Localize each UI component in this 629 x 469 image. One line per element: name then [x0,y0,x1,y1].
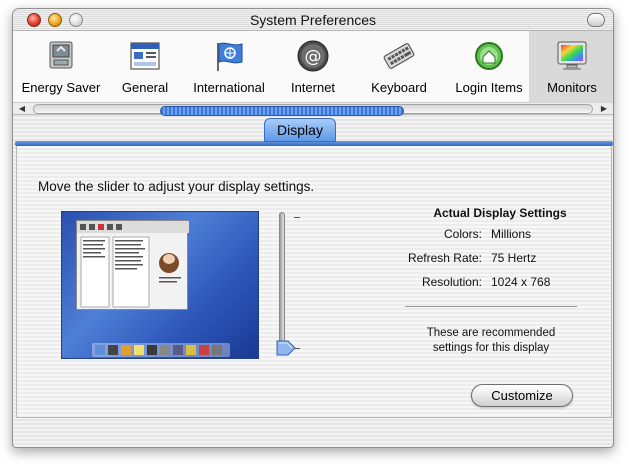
toolbar-item-label: Keyboard [371,80,427,95]
toolbar-item-label: Monitors [547,80,597,95]
preview-dock [92,343,230,357]
display-slider-thumb[interactable] [276,340,296,356]
toolbar-item-internet[interactable]: @ Internet [277,31,349,103]
preview-dock-icons [95,345,222,355]
display-slider-track[interactable] [279,212,285,354]
international-flag-icon [217,42,243,71]
toolbar-item-keyboard[interactable]: Keyboard [349,31,449,103]
title-bar[interactable]: System Preferences [13,9,613,31]
toolbar-item-general[interactable]: General [109,31,181,103]
display-preview-image [61,211,259,359]
scroll-right-arrow-icon[interactable]: ▶ [597,103,611,115]
toolbar-item-monitors[interactable]: Monitors [529,31,613,103]
actual-display-settings-title: Actual Display Settings [433,206,567,220]
scroll-left-arrow-icon[interactable]: ◀ [15,103,29,115]
colors-value: Millions [491,227,532,241]
colors-label: Colors: [443,227,482,241]
recommendation-line-2: settings for this display [432,342,550,354]
scroll-thumb[interactable] [160,106,404,116]
toolbar-item-label: International [193,80,265,95]
preview-window-thumbnail [76,220,189,310]
toolbar-item-label: Energy Saver [21,80,101,95]
instruction-text: Move the slider to adjust your display s… [38,179,315,194]
internet-at-icon: @ [297,40,329,72]
resolution-label: Resolution: [421,275,482,289]
refresh-rate-label: Refresh Rate: [407,251,482,265]
refresh-rate-value: 75 Hertz [491,251,537,265]
toolbar-item-energy-saver[interactable]: Energy Saver [13,31,109,103]
toolbar-item-label: Login Items [455,80,523,95]
general-icon [130,42,160,70]
svg-text:@: @ [305,47,322,67]
toolbar-item-login-items[interactable]: Login Items [449,31,529,103]
energy-saver-icon [49,41,73,69]
settings-separator [405,306,577,307]
window-title: System Preferences [249,12,377,28]
toolbar-toggle-button[interactable] [587,13,605,27]
customize-button[interactable]: Customize [471,384,573,407]
toolbar-item-international[interactable]: International [181,31,277,103]
login-items-icon [475,42,503,70]
tab-display[interactable]: Display [264,118,336,142]
recommendation-line-1: These are recommended [426,327,556,339]
resolution-value: 1024 x 768 [491,275,551,289]
toolbar-item-label: General [121,80,169,95]
slider-tick-top [294,217,300,218]
scroll-track[interactable] [33,104,593,116]
preferences-toolbar: Energy Saver General International @ Int… [13,31,613,103]
monitors-icon [557,41,587,70]
toolbar-item-label: Internet [290,80,336,95]
toolbar-scrollbar[interactable]: ◀ ▶ [13,103,613,116]
preview-window-illustration [77,221,189,308]
keyboard-icon [383,43,415,69]
